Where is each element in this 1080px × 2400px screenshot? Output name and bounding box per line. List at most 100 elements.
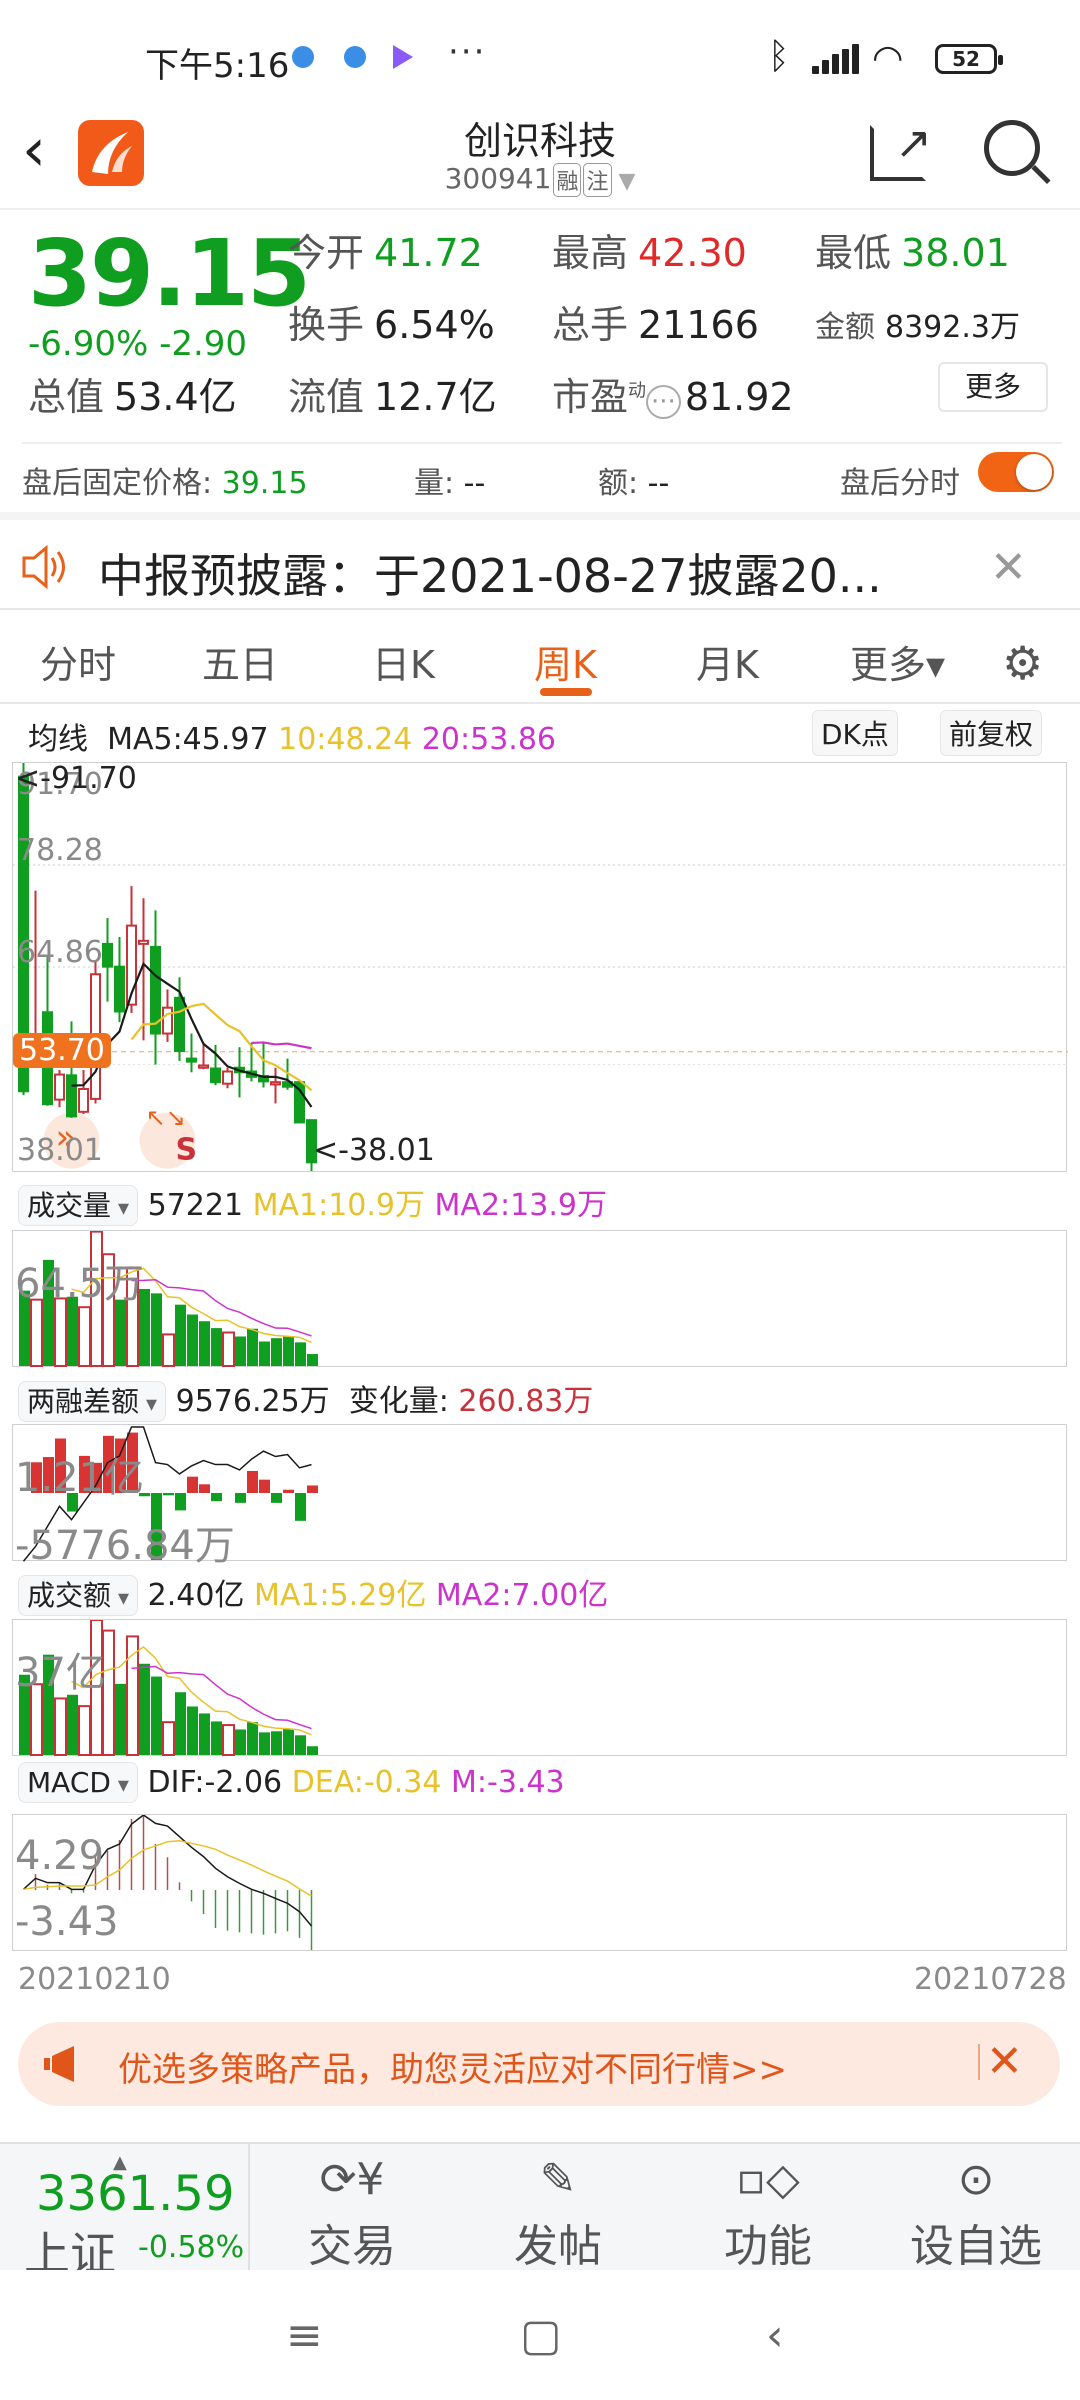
volume-bar <box>78 1306 91 1367</box>
turnover-stat: 换手 6.54% <box>288 303 495 347</box>
candle-body <box>114 965 125 1013</box>
nav-post[interactable]: ✎ 发帖 <box>478 2144 638 2272</box>
volume-chart[interactable]: 64.5万 <box>12 1230 1067 1368</box>
promo-banner[interactable]: 优选多策略产品，助您灵活应对不同行情>> ✕ <box>18 2022 1060 2106</box>
amount-chart[interactable]: 37亿 <box>12 1619 1067 1757</box>
index-value[interactable]: 3361.59 <box>36 2166 235 2222</box>
more-notifications-icon: ··· <box>448 32 487 72</box>
candle-body <box>186 1057 197 1063</box>
volume-bar <box>139 1663 150 1755</box>
bottom-toolbar: ▲ 3361.59 上证 -0.58% ⟳¥ 交易 ✎ 发帖 ▫◇ 功能 ⊙ 设自选 <box>0 2142 1080 2281</box>
candle-body <box>66 1074 77 1118</box>
promo-text: 优选多策略产品，助您灵活应对不同行情>> <box>118 2050 787 2090</box>
volume-bar <box>271 1731 282 1755</box>
low-stat: 最低 38.01 <box>815 231 1010 275</box>
volume-bar <box>199 1321 210 1366</box>
volume-bar <box>187 1314 198 1366</box>
tab-more[interactable]: 更多▾ <box>850 634 945 689</box>
after-hours-row: 盘后固定价格: 39.15 量: -- 额: -- 盘后分时 <box>22 442 1062 506</box>
y-label-64: 64.86 <box>17 935 103 970</box>
home-icon[interactable]: ▢ <box>520 2310 562 2361</box>
sell-signal-icon: S <box>176 1133 198 1168</box>
amount-max-label: 37亿 <box>15 1650 106 1696</box>
menu-icon[interactable]: ≡ <box>286 2310 323 2361</box>
tab-five-day[interactable]: 五日 <box>202 634 278 689</box>
ma10-value: 10:48.24 <box>278 722 413 757</box>
volume-bar <box>67 1694 78 1755</box>
volume-indicator-select[interactable]: 成交量 <box>18 1185 139 1226</box>
volume-bar <box>307 1354 318 1366</box>
close-icon[interactable]: ✕ <box>986 2036 1023 2087</box>
more-stats-button[interactable]: 更多 <box>938 362 1048 412</box>
macd-chart[interactable]: 4.29 -3.43 <box>12 1814 1067 1951</box>
kline-chart[interactable]: » S ↖↘ 91.70 78.28 64.86 38.01 <-91.70 <-3… <box>12 761 1068 1172</box>
margin-tag: 融 <box>553 163 582 197</box>
margin-legend: 两融差额 9576.25万 变化量: 260.83万 <box>18 1376 593 1422</box>
volume-bar <box>175 1304 186 1366</box>
margin-change-bar <box>271 1493 282 1503</box>
dk-point-button[interactable]: DK点 <box>812 710 898 756</box>
tab-daily-k[interactable]: 日K <box>372 634 435 689</box>
volume-bar <box>307 1746 318 1755</box>
volume-bar <box>175 1692 186 1755</box>
margin-indicator-select[interactable]: 两融差额 <box>18 1381 167 1422</box>
ma5-value: MA5:45.97 <box>107 722 269 757</box>
volume-bar <box>222 1724 235 1756</box>
candle-body <box>222 1070 233 1085</box>
stock-code: 300941 <box>444 162 552 195</box>
volume-bar <box>211 1721 222 1755</box>
ma20-value: 20:53.86 <box>421 722 556 757</box>
after-hours-toggle[interactable] <box>978 452 1054 492</box>
nav-add-watchlist[interactable]: ⊙ 设自选 <box>896 2144 1056 2272</box>
candle-body <box>162 1006 173 1035</box>
amount-indicator-select[interactable]: 成交额 <box>18 1575 139 1616</box>
tab-weekly-k[interactable]: 周K <box>534 634 597 689</box>
amount-stat: 金额 8392.3万 <box>815 310 1020 345</box>
gear-icon[interactable]: ⚙ <box>1002 636 1043 690</box>
volume-bar <box>151 1293 162 1366</box>
pe-stat[interactable]: 市盈动 ··· 81.92 <box>552 366 794 421</box>
volume-bar <box>271 1338 282 1366</box>
tab-intraday[interactable]: 分时 <box>40 634 116 689</box>
current-price: 39.15 <box>28 220 311 327</box>
back-nav-icon[interactable]: ‹ <box>766 2310 784 2361</box>
tab-monthly-k[interactable]: 月K <box>696 634 759 689</box>
nav-trade[interactable]: ⟳¥ 交易 <box>272 2144 432 2272</box>
volume-bar <box>259 1341 270 1366</box>
volume-ma2: MA2:13.9万 <box>434 1188 607 1223</box>
candle-body <box>270 1081 281 1086</box>
close-icon[interactable]: ✕ <box>990 542 1027 593</box>
battery-icon: 52 <box>935 44 1003 74</box>
post-icon: ✎ <box>539 2154 577 2205</box>
margin-change-bar <box>259 1479 270 1493</box>
volume-bar <box>295 1735 306 1755</box>
volume-bar <box>247 1722 258 1755</box>
y-min-label: 38.01 <box>17 1133 103 1168</box>
status-time: 下午5:16 <box>145 46 290 86</box>
nav-functions[interactable]: ▫◇ 功能 <box>688 2144 848 2272</box>
notice-bar[interactable]: 中报预披露：于2021-08-27披露20... ✕ <box>0 512 1080 610</box>
candle-body <box>78 1088 89 1113</box>
divider <box>978 2044 980 2080</box>
macd-top-label: 4.29 <box>15 1833 105 1879</box>
macd-indicator-select[interactable]: MACD <box>18 1762 138 1803</box>
volume-bar <box>115 1683 126 1755</box>
volume-bar <box>162 1721 175 1756</box>
volume-legend: 成交量 57221 MA1:10.9万 MA2:13.9万 <box>18 1180 607 1226</box>
video-app-icon <box>393 45 413 69</box>
wifi-icon: ◠ <box>872 38 904 79</box>
volume-bar <box>283 1728 294 1755</box>
margin-change-bar <box>235 1493 246 1503</box>
forward-adjust-button[interactable]: 前复权 <box>940 710 1043 756</box>
index-change: -0.58% <box>138 2230 245 2265</box>
macd-dea: DEA:-0.34 <box>291 1765 442 1800</box>
volume-value: 57221 <box>147 1188 244 1223</box>
margin-change-bar <box>307 1485 318 1493</box>
volume-bar <box>162 1333 175 1367</box>
margin-top-label: 1.21亿 <box>15 1455 145 1501</box>
volume-bar <box>151 1676 162 1755</box>
y-label-78: 78.28 <box>17 833 103 868</box>
margin-change-bar <box>295 1493 306 1521</box>
margin-chart[interactable]: 1.21亿 -5776.84万 <box>12 1424 1067 1569</box>
megaphone-icon <box>44 2046 74 2082</box>
